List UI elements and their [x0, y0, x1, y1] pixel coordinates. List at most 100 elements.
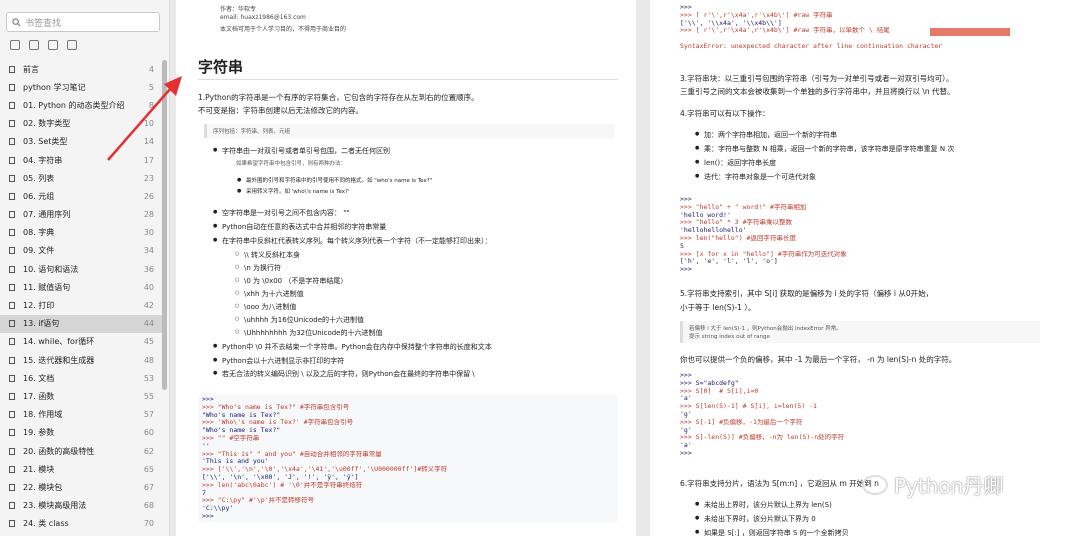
bookmark-page: 57 — [143, 410, 154, 420]
code-line: >>> S[0] # S[i],i=0 — [680, 387, 759, 395]
escape-1: \\ 转义反斜杠本身 — [235, 250, 300, 260]
code-line: >>> — [680, 372, 692, 379]
code-line: 'a' — [680, 442, 692, 450]
bullet-empty: 空字符串是一对引号之间不包含内容： "" — [213, 208, 350, 218]
sidebar-scrollbar[interactable] — [162, 60, 167, 390]
code-line: >>> "Who's name is Tex?" #字符串包含引号 — [202, 403, 350, 411]
escape-7: \Uhhhhhhhh 为32位Unicode的十六进制值 — [235, 328, 382, 338]
highlight-mark — [930, 28, 1010, 36]
bookmark-icon — [9, 120, 15, 128]
code-line: 'g' — [680, 426, 692, 434]
bookmark-label: 23. 模块高级用法 — [23, 501, 87, 511]
code-line: 'hellohellohello' — [680, 227, 747, 235]
bookmark-item[interactable]: 09. 文件 34 — [0, 242, 162, 260]
code-line: ['\\', '\\x4a', '\\x4b\\'] — [680, 19, 782, 27]
bookmark-item[interactable]: 22. 模块包 67 — [0, 478, 162, 496]
bookmark-icon — [9, 392, 15, 400]
code-block-ops: >>> >>> "hello" + " word!" #字符串相加'hello w… — [680, 196, 1060, 274]
bookmark-item[interactable]: 02. 数字类型 10 — [0, 115, 162, 133]
code-line: >>> S="abcdefg" — [680, 379, 739, 387]
watermark-text: Python丹卿 — [894, 474, 1004, 498]
search-icon — [12, 17, 21, 26]
bookmark-item[interactable]: 12. 打印 42 — [0, 296, 162, 314]
escape-5: \ooo 为八进制值 — [235, 302, 297, 312]
add-bookmark-icon[interactable] — [48, 40, 58, 50]
escape-2: \n 为换行符 — [235, 263, 281, 273]
code-line: >>> — [680, 196, 692, 203]
para-5b: 小于等于 len(S)-1 ）。 — [680, 303, 756, 312]
bookmark-item[interactable]: 17. 函数 55 — [0, 387, 162, 405]
bookmark-item[interactable]: 24. 类 class 70 — [0, 515, 162, 533]
bookmark-icon — [9, 83, 15, 91]
bookmark-label: 07. 通用序列 — [23, 210, 71, 220]
bookmark-label: 15. 迭代器和生成器 — [23, 355, 95, 365]
bookmark-page: 34 — [143, 246, 154, 256]
bookmark-label: 21. 模块 — [23, 464, 55, 474]
bookmark-item[interactable]: 01. Python 的动态类型介绍 8 — [0, 96, 162, 114]
bookmark-item[interactable]: 06. 元组 26 — [0, 187, 162, 205]
bookmark-item[interactable]: 13. if语句 44 — [0, 314, 162, 333]
bookmark-page: 17 — [143, 155, 154, 165]
bookmark-page: 8 — [148, 100, 154, 110]
bookmark-list: 前言 4 python 学习笔记 5 01. Python 的动态类型介绍 8 02. 数字… — [0, 60, 162, 533]
collapse-all-icon[interactable] — [29, 40, 39, 50]
bookmark-label: 前言 — [23, 64, 39, 74]
bookmark-item[interactable]: 18. 作用域 57 — [0, 406, 162, 424]
bookmark-label: 16. 文档 — [23, 373, 55, 383]
code-line: >>> [ r'\',r'\x4a',r'\x4b\'] #raw 字符串 — [680, 11, 833, 19]
bookmark-page: 26 — [143, 191, 154, 201]
bookmark-item[interactable]: 04. 字符串 17 — [0, 151, 162, 169]
bookmark-item[interactable]: 16. 文档 53 — [0, 369, 162, 387]
bookmark-item[interactable]: 23. 模块高级用法 68 — [0, 497, 162, 515]
bookmark-sidebar: 书签查找 前言 4 python 学习笔记 5 01. Python 的动态类型介绍 8 0… — [0, 0, 170, 536]
bookmark-item[interactable]: 15. 迭代器和生成器 48 — [0, 351, 162, 369]
code-line: >>> len("hello") #返回字符串长度 — [680, 234, 796, 242]
bookmark-item[interactable]: 前言 4 — [0, 60, 162, 78]
bookmark-item[interactable]: 10. 语句和语法 36 — [0, 260, 162, 278]
bookmark-item[interactable]: 05. 列表 23 — [0, 169, 162, 187]
bookmark-page: 4 — [148, 64, 154, 74]
bookmark-label: 17. 函数 — [23, 391, 55, 401]
bookmark-icon[interactable] — [67, 40, 77, 50]
title-divider — [198, 79, 618, 80]
code-line: >>> "C:\py" #'\p'并不是转移符号 — [202, 497, 315, 505]
bookmark-item[interactable]: python 学习笔记 5 — [0, 78, 162, 96]
para-5a: 5.字符串支持索引，其中 S[i] 获取的是偏移为 i 处的字符（偏移 i 从0… — [680, 289, 934, 298]
expand-all-icon[interactable] — [10, 40, 20, 50]
bookmark-icon — [9, 429, 15, 437]
bookmark-label: 05. 列表 — [23, 173, 55, 183]
bullet-hex: Python会以十六进制显示非打印的字符 — [213, 356, 344, 366]
bookmark-item[interactable]: 21. 模块 65 — [0, 460, 162, 478]
code-line: >>> — [202, 512, 214, 520]
code-block-index: >>> >>> S="abcdefg" >>> S[0] # S[i],i=0 'a'… — [680, 372, 1060, 458]
bookmark-icon — [9, 265, 15, 273]
bookmark-label: 11. 赋值语句 — [23, 282, 71, 292]
bookmark-item[interactable]: 14. while、for循环 45 — [0, 333, 162, 351]
bookmark-item[interactable]: 11. 赋值语句 40 — [0, 278, 162, 296]
bookmark-icon — [9, 465, 15, 473]
bookmark-label: 08. 字典 — [23, 228, 55, 238]
bookmark-search-input[interactable]: 书签查找 — [6, 12, 160, 32]
bookmark-item[interactable]: 08. 字典 30 — [0, 224, 162, 242]
bookmark-item[interactable]: 19. 参数 60 — [0, 424, 162, 442]
search-placeholder: 书签查找 — [25, 18, 62, 29]
bookmark-icon — [9, 374, 15, 382]
bookmark-icon — [9, 174, 15, 182]
code-line: 5 — [680, 242, 684, 250]
escape-3: \0 为 \0x00 （不是字符串结尾） — [235, 276, 347, 286]
bookmark-icon — [9, 320, 15, 328]
bookmark-icon — [9, 192, 15, 200]
bookmark-label: 02. 数字类型 — [23, 119, 71, 129]
bookmark-item[interactable]: 07. 通用序列 28 — [0, 206, 162, 224]
para-3b: 三重引号之间的文本会被收集到一个单独的多行字符串中，并且将换行以 \n 代替。 — [680, 87, 955, 96]
bookmark-icon — [9, 356, 15, 364]
op-len: len()：返回字符串长度 — [695, 158, 776, 168]
bookmark-item[interactable]: 20. 函数的高级特性 62 — [0, 442, 162, 460]
bookmark-icon — [9, 411, 15, 419]
bookmark-label: 10. 语句和语法 — [23, 264, 79, 274]
index-note-2: 提示 string index out of range — [689, 334, 770, 340]
code-line: >>> — [680, 4, 692, 11]
bullet-escape: 在字符串中反斜杠代表转义序列。每个转义序列代表一个字符（不一定能够打印出来）： — [213, 236, 491, 246]
intro-para-1: 1.Python的字符串是一个有序的字符集合，它包含的字符存在从左到右的位置顺序… — [198, 93, 479, 102]
bookmark-item[interactable]: 03. Set类型 14 — [0, 133, 162, 151]
